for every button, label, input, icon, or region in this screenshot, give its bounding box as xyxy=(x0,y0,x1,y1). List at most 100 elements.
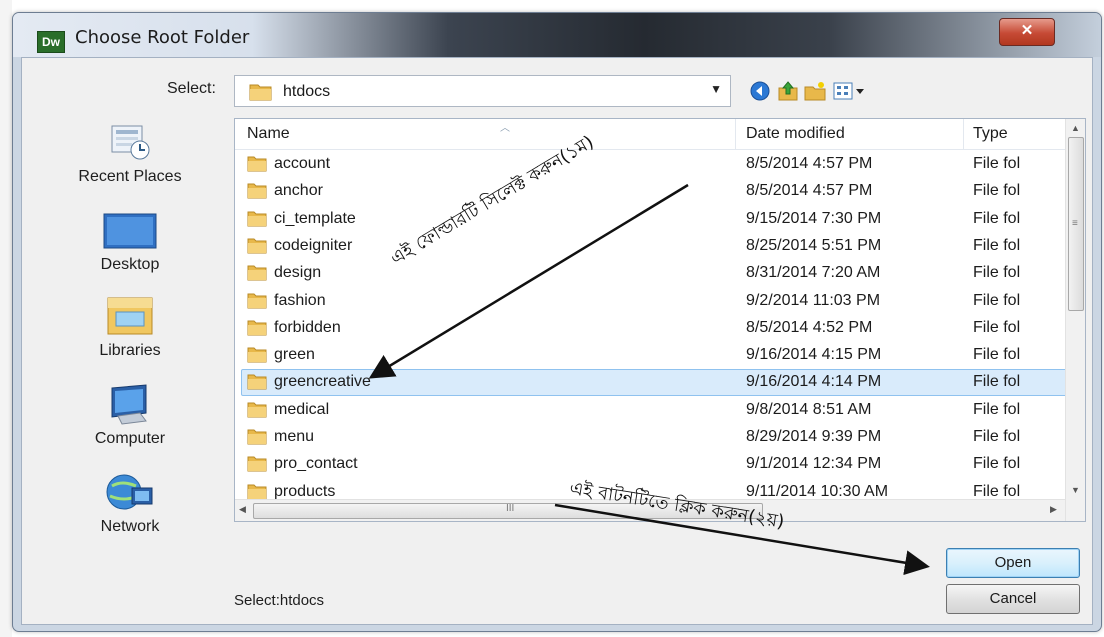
file-type: File fol xyxy=(973,373,1021,391)
scroll-right-arrow-icon[interactable]: ▶ xyxy=(1050,504,1057,515)
table-row[interactable]: ci_template 9/15/2014 7:30 PM File fol xyxy=(235,206,1065,233)
folder-icon xyxy=(249,84,272,101)
list-header: ︿ Name Date modified Type xyxy=(235,119,1065,150)
folder-select-dropdown[interactable]: htdocs ▼ xyxy=(234,75,731,107)
table-row[interactable]: menu 8/29/2014 9:39 PM File fol xyxy=(235,424,1065,451)
cancel-button[interactable]: Cancel xyxy=(946,584,1080,614)
folder-icon xyxy=(247,402,267,418)
folder-icon xyxy=(247,320,267,336)
table-row[interactable]: design 8/31/2014 7:20 AM File fol xyxy=(235,260,1065,287)
place-label: Recent Places xyxy=(78,168,182,185)
place-recent-places[interactable]: Recent Places xyxy=(30,120,230,186)
column-header-name[interactable]: Name xyxy=(247,125,290,143)
current-folder-value: htdocs xyxy=(283,83,331,100)
date-modified: 8/29/2014 9:39 PM xyxy=(746,428,882,445)
place-label: Libraries xyxy=(99,342,161,359)
folder-icon xyxy=(247,238,267,254)
date-modified: 9/8/2014 8:51 AM xyxy=(746,400,872,418)
background-strip xyxy=(0,0,12,637)
place-label: Desktop xyxy=(100,256,160,273)
table-row[interactable]: anchor 8/5/2014 4:57 PM File fol xyxy=(235,178,1065,205)
chevron-down-icon[interactable]: ▼ xyxy=(710,82,722,96)
place-label: Network xyxy=(100,518,160,535)
table-row[interactable]: pro_contact 9/1/2014 12:34 PM File fol xyxy=(235,451,1065,478)
column-divider[interactable] xyxy=(963,119,964,149)
dreamweaver-app-icon: Dw xyxy=(37,31,65,53)
folder-name: menu xyxy=(274,428,315,445)
folder-icon xyxy=(247,347,267,363)
file-list-view[interactable]: ︿ Name Date modified Type account 8/5/201… xyxy=(234,118,1086,522)
libraries-icon xyxy=(107,297,153,335)
date-modified: 9/16/2014 4:15 PM xyxy=(746,346,882,364)
folder-icon xyxy=(247,211,267,227)
folder-icon xyxy=(247,456,267,472)
file-type: File fol xyxy=(973,291,1021,309)
scroll-down-arrow-icon[interactable]: ▼ xyxy=(1071,485,1080,495)
desktop-icon xyxy=(103,213,157,249)
folder-icon xyxy=(247,429,267,445)
up-folder-icon[interactable] xyxy=(777,80,799,102)
network-icon xyxy=(106,474,153,510)
table-row[interactable]: fashion 9/2/2014 11:03 PM File fol xyxy=(235,288,1065,315)
open-button[interactable]: Open xyxy=(946,548,1080,578)
place-network[interactable]: Network xyxy=(30,470,230,536)
scroll-left-arrow-icon[interactable]: ◀ xyxy=(239,504,246,515)
dialog-body: Select: htdocs ▼ Recent Places Desktop L… xyxy=(21,57,1093,625)
date-modified: 8/5/2014 4:57 PM xyxy=(746,155,873,172)
column-header-type[interactable]: Type xyxy=(973,125,1008,143)
folder-name: anchor xyxy=(274,182,323,200)
date-modified: 9/15/2014 7:30 PM xyxy=(746,209,882,227)
scroll-grip-icon: III xyxy=(506,503,515,514)
file-type: File fol xyxy=(973,482,1021,500)
table-row[interactable]: medical 9/8/2014 8:51 AM File fol xyxy=(235,397,1065,424)
folder-name: design xyxy=(274,264,322,282)
date-modified: 8/5/2014 4:57 PM xyxy=(746,182,873,200)
title-bar[interactable]: Dw Choose Root Folder ✕ xyxy=(13,13,1101,57)
table-row[interactable]: green 9/16/2014 4:15 PM File fol xyxy=(235,342,1065,369)
vertical-scroll-thumb[interactable]: ≡ xyxy=(1068,137,1084,311)
folder-icon xyxy=(247,484,267,500)
folder-name: account xyxy=(274,155,331,172)
table-row[interactable]: account 8/5/2014 4:57 PM File fol xyxy=(235,151,1065,178)
computer-icon xyxy=(111,384,147,425)
table-row[interactable]: forbidden 8/5/2014 4:52 PM File fol xyxy=(235,315,1065,342)
folder-name: forbidden xyxy=(274,318,341,336)
views-menu-icon[interactable] xyxy=(833,80,867,102)
folder-name: codeigniter xyxy=(274,236,353,254)
place-libraries[interactable]: Libraries xyxy=(30,294,230,360)
file-type: File fol xyxy=(973,428,1021,445)
folder-name: fashion xyxy=(274,291,326,309)
close-button[interactable]: ✕ xyxy=(999,18,1055,46)
file-type: File fol xyxy=(973,236,1021,254)
close-icon: ✕ xyxy=(1020,22,1034,39)
selection-status-text: Select:htdocs xyxy=(234,592,325,609)
back-icon[interactable] xyxy=(749,80,771,102)
date-modified: 8/5/2014 4:52 PM xyxy=(746,318,873,336)
folder-name: ci_template xyxy=(274,209,356,227)
file-type: File fol xyxy=(973,209,1021,227)
table-row-selected[interactable]: greencreative 9/16/2014 4:14 PM File fol xyxy=(235,369,1069,397)
place-computer[interactable]: Computer xyxy=(30,382,230,448)
date-modified: 9/11/2014 10:30 AM xyxy=(746,482,889,500)
place-desktop[interactable]: Desktop xyxy=(30,208,230,274)
place-label: Computer xyxy=(94,430,166,447)
folder-name: products xyxy=(274,482,336,500)
recent-places-icon xyxy=(111,125,150,160)
new-folder-icon[interactable] xyxy=(804,80,826,102)
folder-icon xyxy=(247,156,267,172)
file-type: File fol xyxy=(973,400,1021,418)
file-type: File fol xyxy=(973,455,1021,473)
table-row[interactable]: codeigniter 8/25/2014 5:51 PM File fol xyxy=(235,233,1065,260)
scroll-grip-icon: ≡ xyxy=(1072,218,1078,229)
folder-icon xyxy=(247,265,267,281)
scroll-up-arrow-icon[interactable]: ▲ xyxy=(1071,123,1080,133)
vertical-scrollbar[interactable]: ▲ ≡ ▼ xyxy=(1065,119,1085,521)
dialog-title: Choose Root Folder xyxy=(75,27,250,48)
folder-icon xyxy=(247,374,267,390)
file-type: File fol xyxy=(973,155,1021,172)
file-type: File fol xyxy=(973,318,1021,336)
column-header-date-modified[interactable]: Date modified xyxy=(746,125,845,143)
file-type: File fol xyxy=(973,264,1021,282)
folder-name: medical xyxy=(274,400,330,418)
column-divider[interactable] xyxy=(735,119,736,149)
